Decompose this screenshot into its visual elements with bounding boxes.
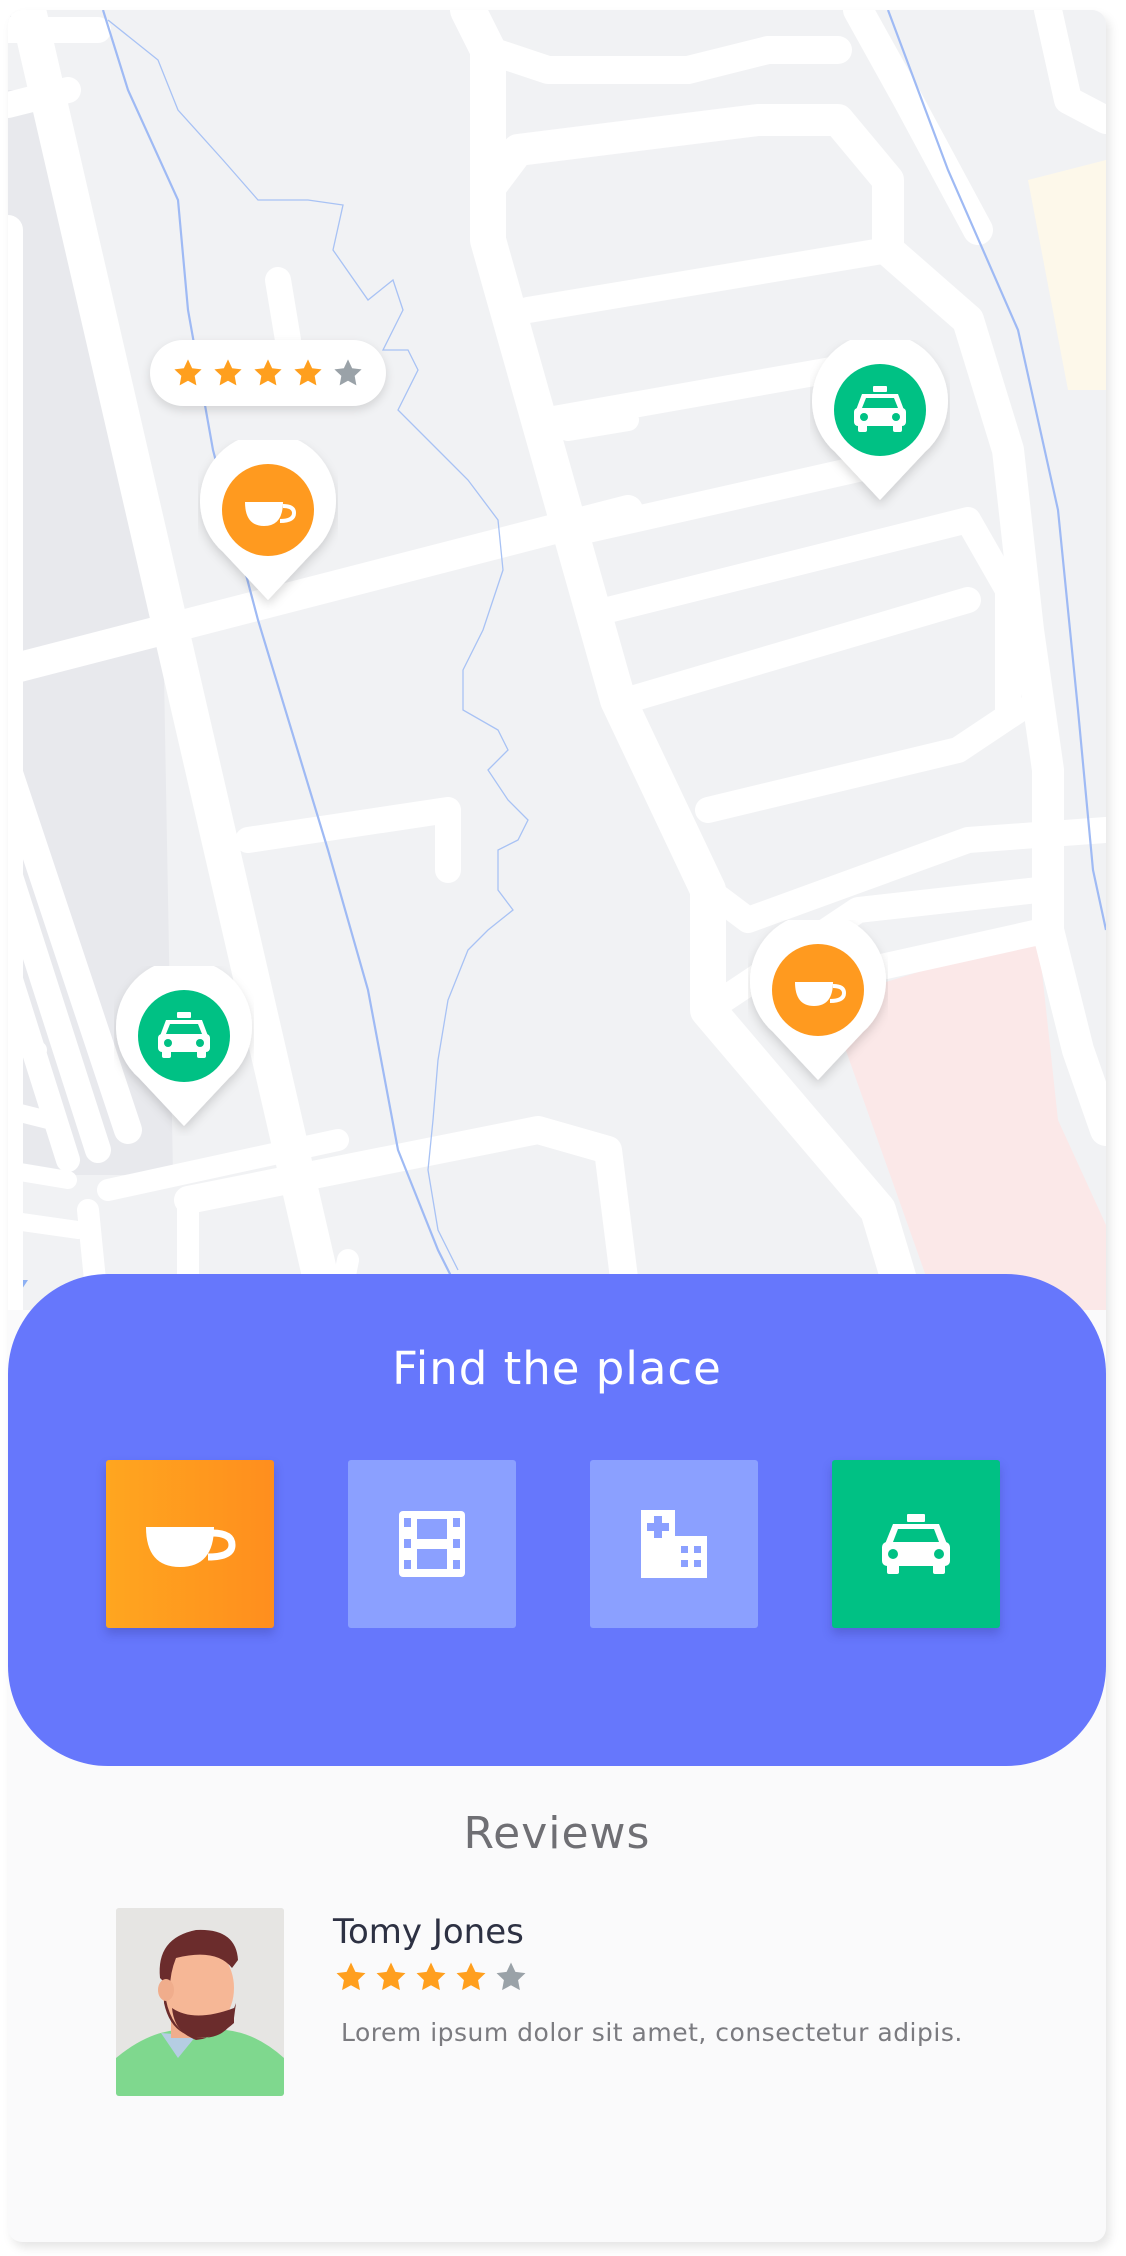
app-card: Find the place Reviews Tomy Jones Lorem …	[8, 10, 1106, 2242]
film-strip-icon	[399, 1511, 465, 1577]
star-icon	[374, 1960, 408, 1999]
category-hospital-button[interactable]	[590, 1460, 758, 1628]
hospital-building-icon	[641, 1510, 707, 1578]
star-icon	[414, 1960, 448, 1999]
star-icon	[454, 1960, 488, 1999]
category-cinema-button[interactable]	[348, 1460, 516, 1628]
star-icon	[494, 1960, 528, 1999]
avatar	[116, 1908, 284, 2096]
star-icon	[332, 357, 364, 389]
star-icon	[172, 357, 204, 389]
panel-title: Find the place	[392, 1342, 722, 1395]
map-pin-taxi[interactable]	[114, 966, 254, 1136]
map-rating-bubble	[150, 340, 386, 406]
star-icon	[252, 357, 284, 389]
find-place-panel: Find the place	[8, 1274, 1106, 1766]
map-pin-coffee[interactable]	[748, 920, 888, 1090]
reviews-title: Reviews	[463, 1808, 651, 1859]
star-icon	[292, 357, 324, 389]
map-pin-coffee[interactable]	[198, 440, 338, 610]
map-view[interactable]	[8, 10, 1106, 1310]
review-rating	[334, 1960, 528, 1999]
review-text: Lorem ipsum dolor sit amet, consectetur …	[341, 2018, 963, 2047]
category-taxi-button[interactable]	[832, 1460, 1000, 1628]
coffee-cup-icon	[146, 1527, 236, 1567]
taxi-icon	[882, 1514, 950, 1574]
reviewer-name: Tomy Jones	[333, 1912, 524, 1952]
star-icon	[334, 1960, 368, 1999]
star-icon	[212, 357, 244, 389]
map-pin-taxi[interactable]	[810, 340, 950, 510]
category-coffee-button[interactable]	[106, 1460, 274, 1628]
